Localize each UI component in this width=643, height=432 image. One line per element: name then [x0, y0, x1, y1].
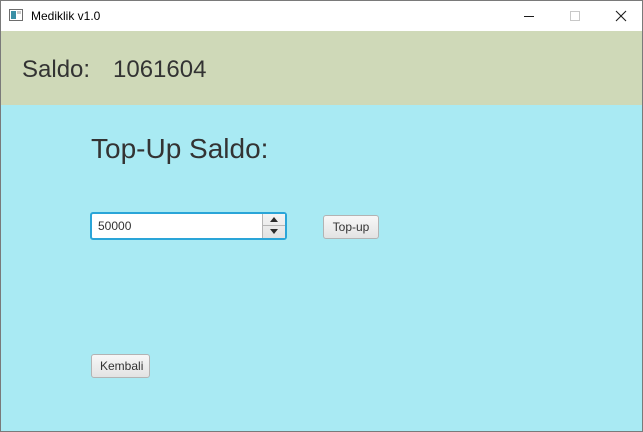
minimize-icon: [524, 16, 534, 17]
balance-label: Saldo:: [22, 56, 91, 83]
window-title: Mediklik v1.0: [31, 9, 101, 23]
amount-spinner[interactable]: [90, 212, 287, 240]
minimize-button[interactable]: [506, 1, 552, 31]
decrement-button[interactable]: [263, 226, 285, 238]
increment-button[interactable]: [263, 214, 285, 226]
balance-header: [1, 31, 642, 105]
spinner-buttons: [262, 214, 285, 238]
app-icon: [9, 9, 23, 21]
arrow-up-icon: [270, 217, 278, 222]
close-button[interactable]: [598, 1, 642, 31]
topup-button[interactable]: Top-up: [323, 215, 379, 239]
app-window: Mediklik v1.0 Saldo: 1061604 Top-Up Sald…: [0, 0, 643, 432]
amount-input[interactable]: [94, 215, 262, 237]
close-icon: [615, 10, 627, 22]
title-bar[interactable]: Mediklik v1.0: [1, 1, 642, 31]
page-title: Top-Up Saldo:: [91, 133, 269, 164]
arrow-down-icon: [270, 229, 278, 234]
maximize-button[interactable]: [552, 1, 598, 31]
maximize-icon: [570, 11, 580, 21]
back-button[interactable]: Kembali: [91, 354, 150, 378]
balance-value: 1061604: [113, 56, 207, 83]
